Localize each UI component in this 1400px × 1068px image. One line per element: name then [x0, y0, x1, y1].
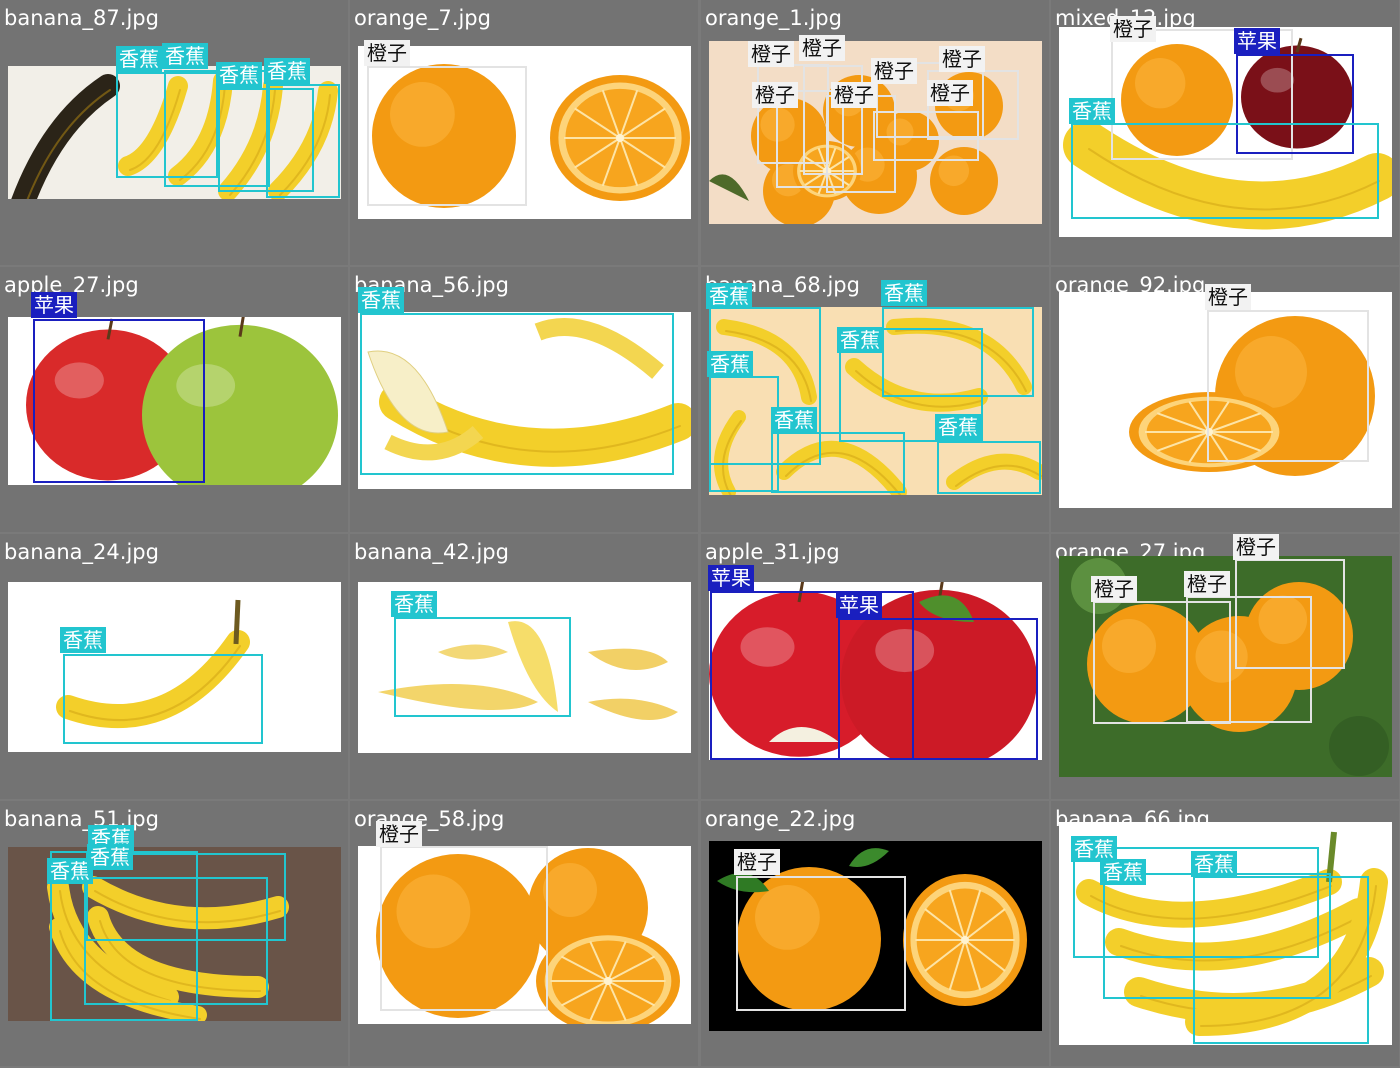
image-filename: orange_22.jpg	[705, 807, 856, 831]
image-filename: banana_51.jpg	[4, 807, 159, 831]
mosaic-cell: banana_66.jpg 香蕉 香蕉 香蕉	[1051, 801, 1399, 1066]
orange-halves-photo	[358, 846, 691, 1024]
mosaic-cell: banana_56.jpg 香蕉	[350, 267, 698, 532]
orange-on-black-photo	[709, 841, 1042, 1031]
image-filename: orange_58.jpg	[354, 807, 505, 831]
red-green-apple-photo	[8, 317, 341, 485]
single-banana-photo	[8, 582, 341, 752]
banana-bunch-photo	[8, 66, 341, 199]
image-filename: apple_31.jpg	[705, 540, 840, 564]
mosaic-cell: banana_68.jpg 香蕉 香蕉 香蕉 香蕉 香蕉 香蕉	[701, 267, 1049, 532]
image-filename: banana_24.jpg	[4, 540, 159, 564]
mosaic-grid: banana_87.jpg 香蕉 香蕉 香蕉 香蕉 orange_7.jpg 橙子 orang…	[0, 0, 1400, 1068]
mosaic-cell: orange_92.jpg 橙子	[1051, 267, 1399, 532]
banana-bunch-white-photo	[1059, 822, 1392, 1045]
bananas-on-wood-photo	[8, 847, 341, 1021]
orange-and-half-photo	[358, 46, 691, 219]
mosaic-cell: orange_22.jpg 橙子	[701, 801, 1049, 1066]
image-filename: banana_42.jpg	[354, 540, 509, 564]
oranges-on-tree-photo	[1059, 556, 1392, 777]
mosaic-cell: mixed_12.jpg 橙子 苹果 香蕉	[1051, 0, 1399, 265]
mosaic-cell: apple_27.jpg 苹果	[0, 267, 348, 532]
image-filename: orange_1.jpg	[705, 6, 842, 30]
image-filename: orange_7.jpg	[354, 6, 491, 30]
orange-with-slice-photo	[1059, 292, 1392, 508]
red-apples-photo	[709, 582, 1042, 760]
mosaic-cell: orange_58.jpg 橙子	[350, 801, 698, 1066]
orange-pile-photo	[709, 41, 1042, 224]
banana-peel-photo	[358, 582, 691, 753]
mosaic-cell: banana_42.jpg 香蕉	[350, 534, 698, 799]
mosaic-cell: orange_7.jpg 橙子	[350, 0, 698, 265]
mosaic-cell: apple_31.jpg 苹果 苹果	[701, 534, 1049, 799]
image-filename: banana_87.jpg	[4, 6, 159, 30]
mosaic-cell: banana_51.jpg 香蕉 香蕉 香蕉	[0, 801, 348, 1066]
image-filename: banana_56.jpg	[354, 273, 509, 297]
banana-class-label: 香蕉	[881, 280, 927, 306]
mosaic-cell: orange_1.jpg 橙子 橙子 橙子 橙子 橙子 橙子 橙子	[701, 0, 1049, 265]
image-filename: banana_68.jpg	[705, 273, 860, 297]
mixed-fruit-photo	[1059, 27, 1392, 237]
peeled-banana-photo	[358, 312, 691, 489]
scattered-bananas-photo	[709, 307, 1042, 495]
image-filename: apple_27.jpg	[4, 273, 139, 297]
mosaic-cell: orange_27.jpg 橙子 橙子 橙子	[1051, 534, 1399, 799]
mosaic-cell: banana_24.jpg 香蕉	[0, 534, 348, 799]
mosaic-cell: banana_87.jpg 香蕉 香蕉 香蕉 香蕉	[0, 0, 348, 265]
